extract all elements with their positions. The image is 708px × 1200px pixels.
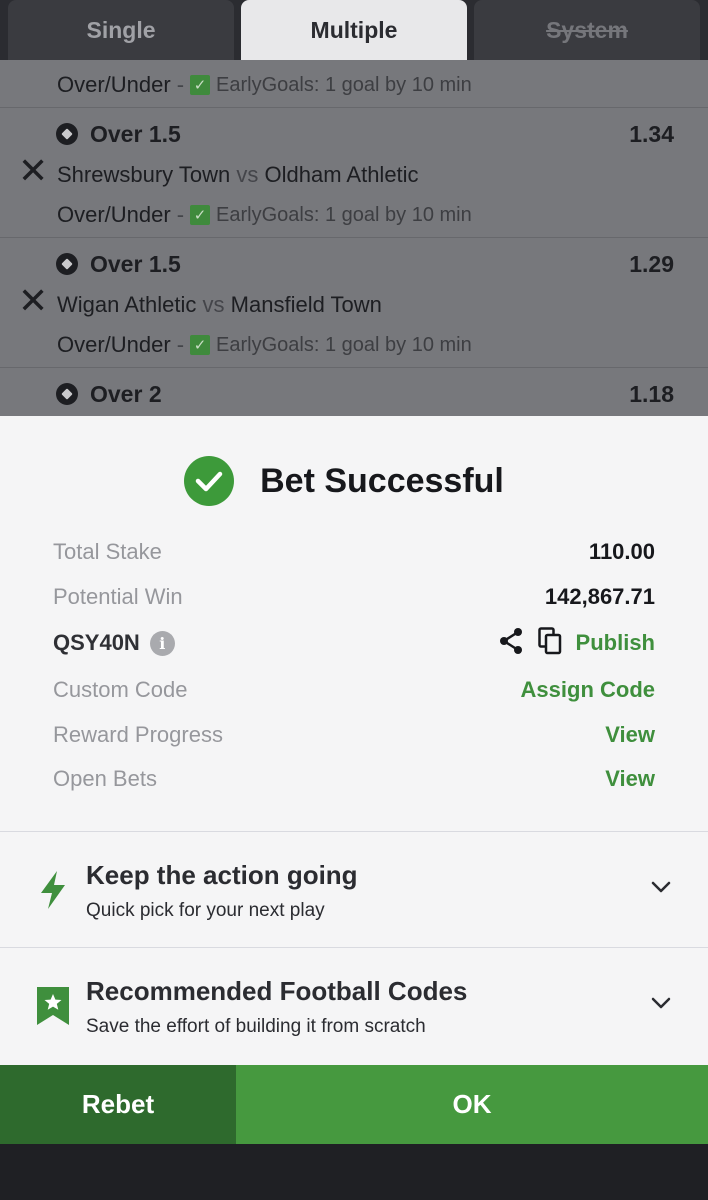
recommended-codes-section[interactable]: Recommended Football Codes Save the effo…: [0, 948, 708, 1063]
football-icon: [56, 253, 78, 275]
football-icon: [56, 123, 78, 145]
total-stake-label: Total Stake: [53, 539, 162, 564]
custom-code-row: Custom Code Assign Code: [53, 670, 655, 710]
booking-code-group: QSY40N i: [53, 630, 175, 656]
reward-progress-row: Reward Progress View: [53, 715, 655, 755]
tab-multiple[interactable]: Multiple: [241, 0, 467, 60]
promo-title: Keep the action going: [86, 860, 358, 890]
potential-win-value: 142,867.71: [544, 584, 655, 609]
share-icon[interactable]: [498, 627, 524, 660]
ok-button[interactable]: OK: [236, 1065, 708, 1144]
selection-market: Over/Under - ✓ EarlyGoals: 1 goal by 10 min: [57, 332, 472, 357]
selection-market: Over/Under - ✓ EarlyGoals: 1 goal by 10 min: [57, 72, 472, 97]
selection-title: Over 2: [90, 381, 162, 407]
selection-item: Over/Under - ✓ EarlyGoals: 1 goal by 10 min: [0, 60, 708, 108]
promo-subtitle: Save the effort of building it from scra…: [86, 1016, 426, 1037]
bookmark-star-icon: [36, 986, 70, 1026]
booking-code-actions: Publish: [498, 626, 655, 660]
open-bets-row: Open Bets View: [53, 759, 655, 799]
booking-code-row: QSY40N i Publish: [53, 623, 655, 663]
remove-selection-icon[interactable]: ✕: [18, 284, 48, 320]
info-icon[interactable]: i: [149, 630, 175, 656]
selection-match: Wigan Athletic vs Mansfield Town: [57, 292, 382, 317]
bottom-bar: [0, 1144, 708, 1200]
selection-item: Over 1.5 1.29 ✕ Wigan Athletic vs Mansfi…: [0, 238, 708, 368]
check-icon: ✓: [190, 75, 211, 95]
chevron-down-icon[interactable]: [650, 992, 672, 1014]
open-bets-label: Open Bets: [53, 766, 157, 791]
check-icon: ✓: [190, 335, 211, 355]
assign-code-link[interactable]: Assign Code: [521, 677, 655, 703]
selection-odds: 1.18: [629, 381, 674, 407]
reward-progress-label: Reward Progress: [53, 722, 223, 747]
promo-subtitle: Quick pick for your next play: [86, 900, 325, 921]
selection-market: Over/Under - ✓ EarlyGoals: 1 goal by 10 min: [57, 202, 472, 227]
custom-code-label: Custom Code: [53, 677, 188, 702]
success-header: Bet Successful: [0, 456, 708, 506]
booking-code: QSY40N: [53, 630, 140, 655]
copy-icon[interactable]: [537, 626, 562, 660]
publish-link[interactable]: Publish: [576, 630, 655, 656]
remove-selection-icon[interactable]: ✕: [18, 154, 48, 190]
football-icon: [56, 383, 78, 405]
open-bets-view-link[interactable]: View: [605, 766, 655, 792]
bet-success-panel: Bet Successful Total Stake 110.00 Potent…: [0, 416, 708, 1065]
check-icon: ✓: [190, 205, 211, 225]
success-check-icon: [184, 456, 235, 506]
keep-action-going-section[interactable]: Keep the action going Quick pick for you…: [0, 832, 708, 947]
potential-win-label: Potential Win: [53, 584, 183, 609]
potential-win-row: Potential Win 142,867.71: [53, 577, 655, 617]
selection-odds: 1.29: [629, 251, 674, 277]
betslip-tabs: Single Multiple System: [0, 0, 708, 60]
reward-progress-view-link[interactable]: View: [605, 722, 655, 748]
rebet-button[interactable]: Rebet: [0, 1065, 236, 1144]
selection-title: Over 1.5: [90, 121, 181, 147]
tab-single[interactable]: Single: [8, 0, 234, 60]
selection-match: Shrewsbury Town vs Oldham Athletic: [57, 162, 419, 187]
selection-odds: 1.34: [629, 121, 674, 147]
success-title: Bet Successful: [260, 461, 504, 500]
selection-title: Over 1.5: [90, 251, 181, 277]
tab-system[interactable]: System: [474, 0, 700, 60]
selection-item: Over 2 1.18: [0, 368, 708, 416]
lightning-icon: [36, 870, 70, 910]
betslip-selections: Over/Under - ✓ EarlyGoals: 1 goal by 10 min…: [0, 60, 708, 416]
total-stake-value: 110.00: [588, 539, 655, 564]
total-stake-row: Total Stake 110.00: [53, 532, 655, 572]
promo-title: Recommended Football Codes: [86, 976, 468, 1006]
selection-item: Over 1.5 1.34 ✕ Shrewsbury Town vs Oldha…: [0, 108, 708, 238]
chevron-down-icon[interactable]: [650, 876, 672, 898]
